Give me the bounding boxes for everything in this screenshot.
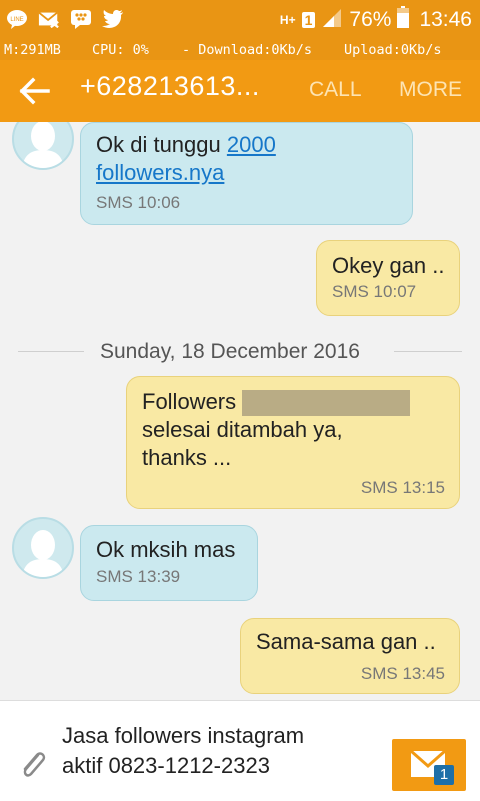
back-button[interactable]: [18, 72, 58, 110]
app-bar: +628213613... CALL MORE: [0, 60, 480, 122]
svg-text:LINE: LINE: [10, 17, 23, 23]
cpu-usage: CPU: 0%: [92, 42, 149, 58]
person-icon: [22, 122, 64, 168]
message-timestamp: SMS 10:06: [96, 193, 181, 212]
message-text-part: Followers: [142, 389, 243, 414]
contact-avatar[interactable]: [12, 122, 74, 170]
message-text: Okey gan ..: [332, 253, 445, 278]
message-text-part: selesai ditambah ya,: [142, 417, 343, 443]
date-label: Sunday, 18 December 2016: [100, 340, 360, 363]
message-bubble-incoming[interactable]: Ok mksih mas SMS 13:39: [80, 525, 258, 601]
paperclip-icon: [23, 752, 46, 777]
message-input[interactable]: Jasa followers instagram aktif 0823-1212…: [62, 721, 382, 781]
status-bar: LINE H+ 1 76% 13:46: [0, 0, 480, 40]
memory-usage: M:291MB: [4, 42, 61, 58]
contact-title[interactable]: +628213613...: [80, 71, 280, 102]
missed-message-icon: [38, 8, 60, 30]
message-timestamp: SMS 13:39: [96, 567, 181, 586]
date-divider: Sunday, 18 December 2016: [18, 340, 462, 364]
message-bubble-incoming[interactable]: Ok di tunggu 2000 followers.nya SMS 10:0…: [80, 122, 413, 225]
compose-bar: Jasa followers instagram aktif 0823-1212…: [0, 700, 480, 801]
message-bubble-outgoing[interactable]: Okey gan .. SMS 10:07: [316, 240, 460, 316]
message-bubble-outgoing[interactable]: Followers selesai ditambah ya, thanks ..…: [126, 376, 460, 509]
message-bubble-outgoing[interactable]: Sama-sama gan .. SMS 13:45: [240, 618, 460, 694]
upload-speed: Upload:0Kb/s: [344, 42, 442, 58]
more-button[interactable]: MORE: [399, 78, 462, 102]
message-text: Ok di tunggu 2000 followers.nya: [96, 131, 412, 187]
envelope-send-icon: [410, 749, 446, 777]
back-arrow-icon: [19, 77, 50, 105]
clock: 13:46: [419, 8, 472, 31]
person-icon: [22, 530, 64, 577]
message-text: Sama-sama gan ..: [256, 629, 436, 654]
call-button[interactable]: CALL: [309, 78, 362, 102]
notification-icons: LINE: [6, 8, 124, 30]
twitter-icon: [102, 8, 124, 30]
bbm-icon: [70, 8, 92, 30]
redacted-block: [242, 390, 411, 417]
draft-line: aktif 0823-1212-2323: [62, 753, 270, 778]
network-type: H+: [279, 13, 296, 27]
download-speed: - Download:0Kb/s: [182, 42, 313, 58]
message-timestamp: SMS 13:15: [360, 478, 445, 497]
attach-button[interactable]: [18, 747, 48, 781]
message-link[interactable]: 2000: [227, 132, 276, 157]
battery-icon: [397, 6, 410, 34]
contact-avatar[interactable]: [12, 517, 74, 579]
system-status: H+ 1 76% 13:46: [280, 6, 472, 34]
message-link[interactable]: followers.nya: [96, 160, 224, 185]
sim-slot-badge: 1: [301, 12, 316, 28]
message-text: Ok mksih mas: [96, 537, 236, 562]
message-timestamp: SMS 13:45: [360, 664, 445, 683]
draft-line: Jasa followers instagram: [62, 723, 305, 748]
system-monitor-overlay: M:291MB CPU: 0% - Download:0Kb/s Upload:…: [0, 40, 480, 60]
message-timestamp: SMS 10:07: [332, 282, 417, 301]
sim-badge: 1: [434, 765, 454, 785]
message-text: Followers selesai ditambah ya, thanks ..…: [142, 388, 459, 472]
send-button[interactable]: 1: [392, 739, 466, 791]
divider-line: [394, 351, 462, 352]
line-icon: LINE: [6, 8, 28, 30]
divider-line: [18, 351, 84, 352]
battery-percent: 76%: [349, 8, 392, 31]
message-text-part: Ok di tunggu: [96, 132, 227, 157]
conversation-list[interactable]: Ok di tunggu 2000 followers.nya SMS 10:0…: [0, 122, 480, 700]
signal-icon: [321, 7, 343, 33]
message-text-part: thanks ...: [142, 445, 232, 471]
